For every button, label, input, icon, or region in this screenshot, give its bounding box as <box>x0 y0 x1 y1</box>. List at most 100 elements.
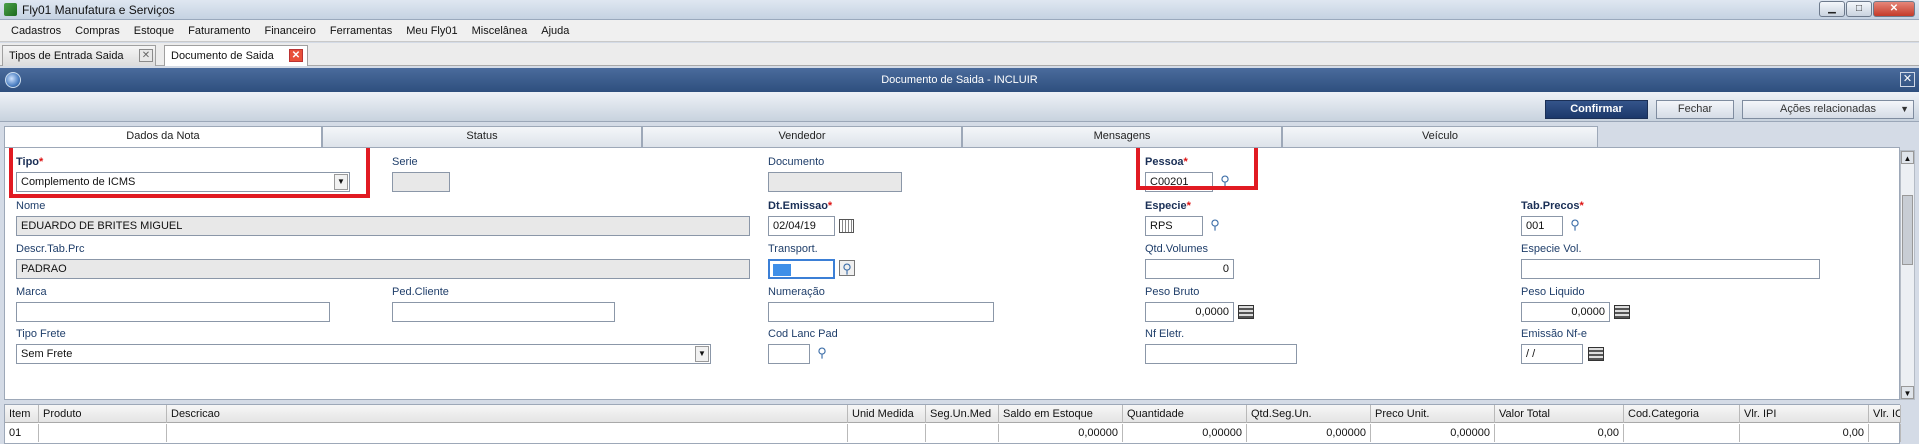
grid-col-unid-medida[interactable]: Unid Medida <box>848 405 926 423</box>
descr-tab-prc-label: Descr.Tab.Prc <box>16 243 85 255</box>
search-icon[interactable]: ⚲ <box>814 345 830 361</box>
emissao-nfe-label: Emissão Nf-e <box>1521 328 1588 340</box>
menu-faturamento[interactable]: Faturamento <box>181 25 257 37</box>
documento-field[interactable] <box>768 172 902 192</box>
scroll-up-icon[interactable]: ▲ <box>1901 151 1914 164</box>
nome-label: Nome <box>16 200 46 212</box>
close-button[interactable]: Fechar <box>1656 100 1734 119</box>
form-fields-area: Tipo* Complemento de ICMS ▼ Serie Docume… <box>4 147 1900 400</box>
grid-col-saldo-estoque[interactable]: Saldo em Estoque <box>999 405 1123 423</box>
menu-ferramentas[interactable]: Ferramentas <box>323 25 399 37</box>
grid-cell <box>1624 424 1740 442</box>
form-scrollbar[interactable]: ▲ ▼ <box>1900 150 1915 400</box>
grid-cell: 0,00000 <box>999 424 1123 442</box>
grid-cell <box>39 424 167 442</box>
menu-estoque[interactable]: Estoque <box>127 25 181 37</box>
menu-financeiro[interactable]: Financeiro <box>258 25 323 37</box>
grid-col-item[interactable]: Item <box>5 405 39 423</box>
tab-veiculo[interactable]: Veículo <box>1282 126 1598 147</box>
table-row[interactable]: 01 0,00000 0,00000 0,00000 0,00000 0,00 … <box>5 424 1901 442</box>
grid-col-preco-unit[interactable]: Preco Unit. <box>1371 405 1495 423</box>
grid-cell: 0,00000 <box>1123 424 1247 442</box>
grid-col-vlr-ic[interactable]: Vlr. IC <box>1869 405 1901 423</box>
close-form-icon[interactable]: ✕ <box>1900 72 1915 87</box>
peso-bruto-field[interactable]: 0,0000 <box>1145 302 1234 322</box>
tab-precos-field[interactable]: 001 <box>1521 216 1563 236</box>
numeracao-label: Numeração <box>768 286 825 298</box>
cod-lanc-pad-field[interactable] <box>768 344 810 364</box>
doc-tab-tipos-entrada-saida[interactable]: Tipos de Entrada Saida ✕ <box>2 45 156 66</box>
grid-cell <box>167 424 848 442</box>
chevron-down-icon: ▼ <box>1900 104 1909 114</box>
doc-tab-label: Documento de Saida <box>171 50 274 62</box>
menu-miscelanea[interactable]: Miscelânea <box>465 25 535 37</box>
grid-cell <box>1869 424 1901 442</box>
chevron-down-icon[interactable]: ▼ <box>695 346 709 362</box>
grid-col-seg-un-med[interactable]: Seg.Un.Med <box>926 405 999 423</box>
close-tab-icon[interactable]: ✕ <box>139 49 153 62</box>
especie-label: Especie* <box>1145 200 1191 212</box>
grid-col-quantidade[interactable]: Quantidade <box>1123 405 1247 423</box>
search-icon[interactable]: ⚲ <box>1207 217 1223 233</box>
action-toolbar: Confirmar Fechar Ações relacionadas ▼ <box>0 92 1919 122</box>
ped-cliente-field[interactable] <box>392 302 615 322</box>
close-tab-icon[interactable]: ✕ <box>289 49 303 62</box>
marca-field[interactable] <box>16 302 330 322</box>
doc-tab-documento-saida[interactable]: Documento de Saida ✕ <box>164 45 308 66</box>
scroll-thumb[interactable] <box>1902 195 1913 265</box>
tipo-frete-select[interactable]: Sem Frete ▼ <box>16 344 711 364</box>
qtd-volumes-field[interactable]: 0 <box>1145 259 1234 279</box>
numeracao-field[interactable] <box>768 302 994 322</box>
menu-meu-fly01[interactable]: Meu Fly01 <box>399 25 464 37</box>
cod-lanc-pad-label: Cod Lanc Pad <box>768 328 838 340</box>
dt-emissao-label: Dt.Emissao* <box>768 200 833 212</box>
menu-cadastros[interactable]: Cadastros <box>4 25 68 37</box>
grid-col-qtd-seg-un[interactable]: Qtd.Seg.Un. <box>1247 405 1371 423</box>
grid-col-valor-total[interactable]: Valor Total <box>1495 405 1624 423</box>
grid-col-descricao[interactable]: Descricao <box>167 405 848 423</box>
especie-vol-field[interactable] <box>1521 259 1820 279</box>
calculator-icon[interactable] <box>1614 305 1630 319</box>
grid-cell <box>848 424 926 442</box>
grid-col-produto[interactable]: Produto <box>39 405 167 423</box>
dt-emissao-field[interactable]: 02/04/19 <box>768 216 835 236</box>
nf-eletr-label: Nf Eletr. <box>1145 328 1185 340</box>
serie-field[interactable] <box>392 172 450 192</box>
transport-label: Transport. <box>768 243 818 255</box>
tab-vendedor[interactable]: Vendedor <box>642 126 962 147</box>
ped-cliente-label: Ped.Cliente <box>392 286 449 298</box>
scroll-down-icon[interactable]: ▼ <box>1901 386 1914 399</box>
form-title: Documento de Saida - INCLUIR <box>881 74 1038 86</box>
transport-field[interactable] <box>768 259 835 279</box>
grid-header: Item Produto Descricao Unid Medida Seg.U… <box>5 405 1901 423</box>
tab-mensagens[interactable]: Mensagens <box>962 126 1282 147</box>
app-logo-icon <box>4 3 17 16</box>
grid-col-cod-categoria[interactable]: Cod.Categoria <box>1624 405 1740 423</box>
descr-tab-prc-field[interactable]: PADRAO <box>16 259 750 279</box>
peso-liquido-field[interactable]: 0,0000 <box>1521 302 1610 322</box>
grid-col-vlr-ipi[interactable]: Vlr. IPI <box>1740 405 1869 423</box>
nf-eletr-field[interactable] <box>1145 344 1297 364</box>
tab-status[interactable]: Status <box>322 126 642 147</box>
nome-field[interactable]: EDUARDO DE BRITES MIGUEL <box>16 216 750 236</box>
related-actions-button[interactable]: Ações relacionadas ▼ <box>1742 100 1914 119</box>
maximize-button[interactable]: □ <box>1846 1 1872 17</box>
especie-vol-label: Especie Vol. <box>1521 243 1582 255</box>
search-icon[interactable]: ⚲ <box>839 260 855 276</box>
pessoa-highlight-box <box>1136 148 1258 190</box>
search-icon[interactable]: ⚲ <box>1567 217 1583 233</box>
section-tabs: Dados da Nota Status Vendedor Mensagens … <box>4 126 1909 148</box>
calendar-icon[interactable] <box>839 219 854 233</box>
menu-compras[interactable]: Compras <box>68 25 127 37</box>
grid-cell: 0,00 <box>1740 424 1869 442</box>
tab-dados-da-nota[interactable]: Dados da Nota <box>4 126 322 148</box>
calendar-icon[interactable] <box>1588 347 1604 361</box>
minimize-button[interactable]: ▁ <box>1819 1 1845 17</box>
marca-label: Marca <box>16 286 47 298</box>
calculator-icon[interactable] <box>1238 305 1254 319</box>
confirm-button[interactable]: Confirmar <box>1545 100 1648 119</box>
close-window-button[interactable]: ✕ <box>1873 1 1915 17</box>
emissao-nfe-field[interactable]: / / <box>1521 344 1583 364</box>
menu-ajuda[interactable]: Ajuda <box>534 25 576 37</box>
especie-field[interactable]: RPS <box>1145 216 1203 236</box>
